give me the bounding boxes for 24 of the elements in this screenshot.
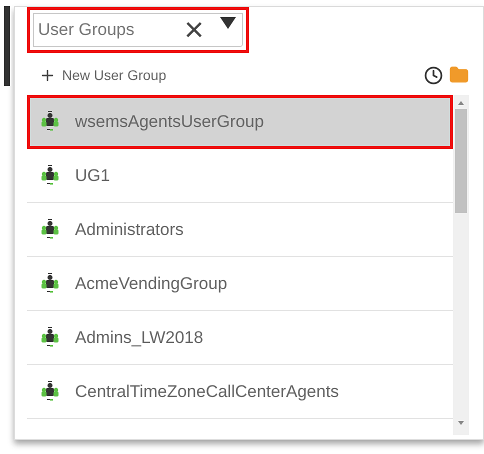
user-group-icon [41, 164, 59, 186]
group-name: AcmeVendingGroup [75, 272, 228, 295]
scroll-down-icon[interactable] [457, 419, 465, 427]
scrollbar-thumb[interactable] [455, 109, 467, 213]
user-group-icon [41, 218, 59, 240]
group-name: wsemsAgentsUserGroup [75, 110, 264, 133]
group-name: Administrators [75, 218, 184, 241]
user-group-icon [41, 326, 59, 348]
user-group-item[interactable]: wsemsAgentsUserGroup [27, 95, 453, 149]
group-name: Admins_LW2018 [75, 326, 204, 349]
group-name: CentralTimeZoneCallCenterAgents [75, 380, 339, 403]
user-groups-dropdown[interactable]: User Groups × [27, 7, 249, 53]
clock-icon[interactable] [424, 66, 443, 84]
caret-icon[interactable] [220, 17, 236, 29]
folder-icon[interactable] [449, 65, 469, 85]
scroll-up-icon[interactable] [457, 99, 465, 107]
clear-button[interactable]: × [184, 13, 204, 47]
dropdown-value: User Groups [38, 19, 134, 42]
user-group-icon [41, 110, 59, 132]
user-group-icon [41, 380, 59, 402]
scrollbar[interactable] [453, 95, 469, 435]
group-name: UG1 [75, 164, 110, 187]
user-group-icon [41, 272, 59, 294]
new-user-group-button[interactable]: New User Group [39, 64, 166, 86]
